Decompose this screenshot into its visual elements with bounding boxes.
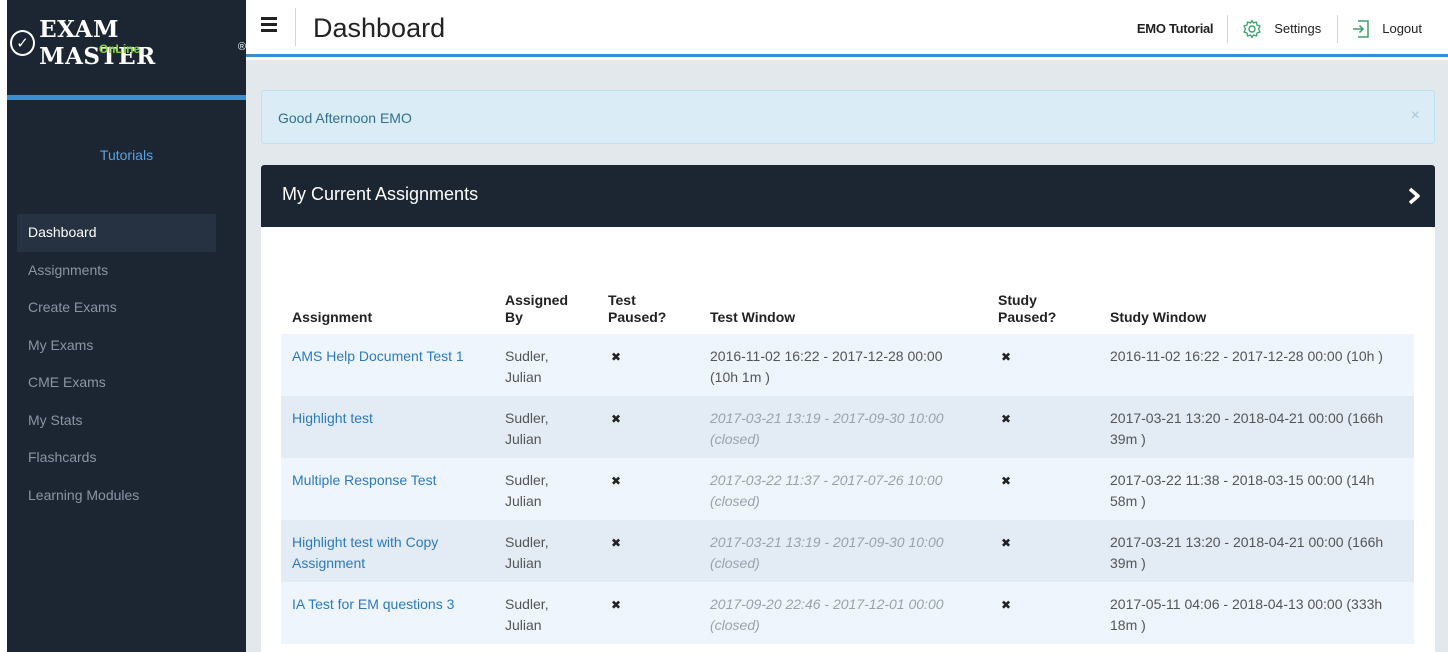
not-paused-icon: ✖ [611,350,622,364]
settings-label: Settings [1274,21,1322,36]
assignment-link[interactable]: Highlight test [292,410,373,426]
brand-logo[interactable]: ✓ EXAM MASTER ® OnLine [7,0,246,100]
test-window: 2017-03-21 13:19 - 2017-09-30 10:00 (clos… [710,410,944,447]
col-test-window[interactable]: Test Window [699,269,987,334]
sidebar-item-flashcards[interactable]: Flashcards [17,439,216,477]
page-title: Dashboard [313,13,446,43]
hamburger-menu-icon[interactable] [261,17,277,32]
sidebar-item-create-exams[interactable]: Create Exams [17,289,216,327]
table-row: AMS Help Document Test 1 Sudler, Julian ✖… [281,334,1414,396]
not-paused-icon: ✖ [611,412,622,426]
registered-mark: ® [237,41,246,53]
tutorials-link[interactable]: Tutorials [7,147,246,163]
assignment-link[interactable]: AMS Help Document Test 1 [292,348,464,364]
assignments-table: Assignment Assigned By Test Paused? Test W… [281,269,1414,644]
assignment-link[interactable]: IA Test for EM questions 3 [292,596,454,612]
assigned-by: Sudler, Julian [505,348,549,385]
assignments-panel: My Current Assignments Assignment Assign… [261,165,1435,652]
study-window: 2016-11-02 16:22 - 2017-12-28 00:00 (10h… [1110,348,1383,364]
assigned-by: Sudler, Julian [505,410,549,447]
study-window: 2017-03-21 13:20 - 2018-04-21 00:00 (166… [1110,410,1384,447]
table-row: Highlight test with Copy Assignment Sudle… [281,520,1414,582]
not-paused-icon: ✖ [1001,412,1012,426]
assignment-link[interactable]: Multiple Response Test [292,472,436,488]
sidebar-item-my-stats[interactable]: My Stats [17,402,216,440]
assigned-by: Sudler, Julian [505,472,549,509]
header-divider [295,8,296,46]
logout-label: Logout [1382,21,1422,36]
sidebar: ✓ EXAM MASTER ® OnLine Tutorials Dashboa… [7,0,246,652]
gear-icon [1243,19,1261,38]
sidebar-item-assignments[interactable]: Assignments [17,252,216,290]
sidebar-item-my-exams[interactable]: My Exams [17,327,216,365]
test-window: 2016-11-02 16:22 - 2017-12-28 00:00 (10h … [710,348,943,385]
test-window: 2017-03-22 11:37 - 2017-07-26 10:00 (clos… [710,472,943,509]
sidebar-nav: Dashboard Assignments Create Exams My Ex… [17,214,216,514]
panel-title: My Current Assignments [282,184,479,204]
chevron-right-icon[interactable] [1407,187,1421,205]
close-icon[interactable]: × [1411,107,1420,125]
sidebar-item-cme-exams[interactable]: CME Exams [17,364,216,402]
logout-link[interactable]: Logout [1352,19,1422,39]
col-study-paused[interactable]: Study Paused? [987,269,1099,334]
sidebar-item-dashboard[interactable]: Dashboard [17,214,216,252]
assigned-by: Sudler, Julian [505,534,549,571]
user-name[interactable]: EMO Tutorial [1137,21,1214,36]
table-row: Highlight test Sudler, Julian ✖ 2017-03-2… [281,396,1414,458]
not-paused-icon: ✖ [1001,536,1012,550]
top-header: Dashboard EMO Tutorial Settings Logout [246,0,1448,57]
header-divider [1227,14,1229,43]
greeting-text: Good Afternoon EMO [278,110,412,126]
sidebar-item-learning-modules[interactable]: Learning Modules [17,477,216,515]
col-assigned-by[interactable]: Assigned By [494,269,597,334]
study-window: 2017-05-11 04:06 - 2018-04-13 00:00 (333… [1110,596,1383,633]
logout-icon [1353,19,1369,38]
not-paused-icon: ✖ [611,598,622,612]
not-paused-icon: ✖ [1001,598,1012,612]
main-content: Good Afternoon EMO × My Current Assignme… [246,60,1448,652]
not-paused-icon: ✖ [611,474,622,488]
col-assignment[interactable]: Assignment [281,269,494,334]
header-divider [1337,14,1339,43]
not-paused-icon: ✖ [1001,474,1012,488]
not-paused-icon: ✖ [1001,350,1012,364]
settings-link[interactable]: Settings [1242,19,1321,39]
table-row: IA Test for EM questions 3 Sudler, Julian… [281,582,1414,644]
table-header-row: Assignment Assigned By Test Paused? Test W… [281,269,1414,334]
greeting-alert: Good Afternoon EMO × [261,90,1435,144]
test-window: 2017-09-20 22:46 - 2017-12-01 00:00 (clos… [710,596,944,633]
study-window: 2017-03-21 13:20 - 2018-04-21 00:00 (166… [1110,534,1384,571]
study-window: 2017-03-22 11:38 - 2018-03-15 00:00 (14h… [1110,472,1375,509]
panel-header[interactable]: My Current Assignments [261,165,1435,227]
test-window: 2017-03-21 13:19 - 2017-09-30 10:00 (clos… [710,534,944,571]
header-actions: EMO Tutorial Settings Logout [1137,0,1448,57]
not-paused-icon: ✖ [611,536,622,550]
col-study-window[interactable]: Study Window [1099,269,1414,334]
col-test-paused[interactable]: Test Paused? [597,269,699,334]
brand-subtitle: OnLine [98,42,141,56]
assigned-by: Sudler, Julian [505,596,549,633]
table-row: Multiple Response Test Sudler, Julian ✖ 2… [281,458,1414,520]
assignment-link[interactable]: Highlight test with Copy Assignment [292,534,438,571]
